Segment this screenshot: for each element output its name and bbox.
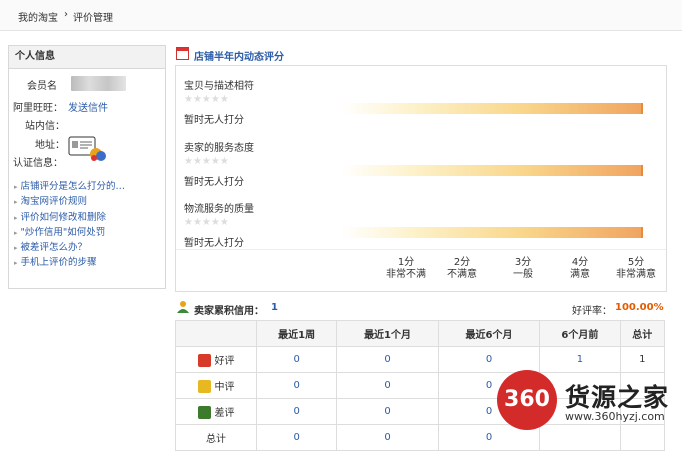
no-rating-text: 暂时无人打分 [184,115,244,126]
star-rating: ★★★★★ [184,156,229,167]
rating-section-title: 店铺半年内动态评分 [194,52,284,63]
table-header [175,320,257,347]
table-header-row: 最近1周 最近1个月 最近6个月 6个月前 总计 [175,320,666,347]
panel-title: 个人信息 [9,46,165,69]
no-rating-text: 暂时无人打分 [184,177,244,188]
neutral-icon [197,380,211,394]
star-rating: ★★★★★ [184,94,229,105]
rating-category-label: 卖家的服务态度 [184,143,254,154]
logo-360: 360 [497,370,557,430]
member-name-blurred [71,76,126,91]
table-header: 总计 [619,320,666,347]
user-icon [177,301,189,313]
bad-icon [197,406,211,420]
arrow-icon: ▸ [14,259,18,268]
table-cell[interactable]: 0 [255,372,338,399]
table-row: 好评 0 0 0 1 1 [175,346,666,373]
no-rating-text: 暂时无人打分 [184,238,244,249]
arrow-icon: ▸ [14,228,18,237]
table-cell[interactable]: 0 [336,372,439,399]
seller-credit-label: 卖家累积信用： [194,306,264,317]
table-header: 最近1个月 [336,320,439,347]
help-links: ▸ 店铺评分是怎么打分的… ▸ 淘宝网评价规则 ▸ 评价如何修改和删除 ▸ "炒作信用"… [14,179,164,271]
help-link[interactable]: ▸ "炒作信用"如何处罚 [14,225,164,240]
table-header: 6个月前 [539,320,621,347]
table-cell[interactable]: 0 [336,346,439,373]
row-label: 好评 [175,346,257,373]
help-link[interactable]: ▸ 手机上评价的步骤 [14,255,164,270]
table-header: 最近6个月 [437,320,541,347]
verify-label: 认证信息： [13,158,63,169]
watermark: 360 货源之家 www.360hyzj.com [497,370,682,447]
id-card-icon [68,136,106,161]
breadcrumb-home-link[interactable]: 我的淘宝 [18,9,58,24]
personal-info-panel: 个人信息 会员名 阿里旺旺： 发送信件 站内信： 地址： 认证信息： ▸ 店铺评分… [8,45,166,289]
good-rate-label: 好评率： [572,306,612,317]
scale-label: 4分 满意 [570,257,590,280]
breadcrumb-separator: › [64,9,68,20]
arrow-icon: ▸ [14,213,18,222]
scale-label: 2分 不满意 [447,257,477,280]
breadcrumb-current: 评价管理 [73,13,113,24]
flower-icon [197,354,211,368]
scale-divider [176,249,666,250]
scale-label: 3分 一般 [513,257,533,280]
row-label: 差评 [175,398,257,425]
send-message-link[interactable]: 发送信件 [68,99,108,114]
seller-credit-value[interactable]: 1 [271,302,278,313]
help-link[interactable]: ▸ 评价如何修改和删除 [14,210,164,225]
row-label: 中评 [175,372,257,399]
help-link[interactable]: ▸ 淘宝网评价规则 [14,194,164,209]
rating-bar [341,165,643,176]
arrow-icon: ▸ [14,198,18,207]
table-cell: 1 [619,346,666,373]
breadcrumb: 我的淘宝 › 评价管理 [0,0,682,31]
rating-category-label: 物流服务的质量 [184,204,254,215]
rating-category-label: 宝贝与描述相符 [184,81,254,92]
calendar-icon [176,47,189,60]
watermark-url: www.360hyzj.com [565,410,665,423]
table-cell[interactable]: 0 [336,398,439,425]
station-mail-label: 站内信： [25,121,65,132]
scale-label: 5分 非常满意 [616,257,656,280]
aliwangwang-label: 阿里旺旺： [13,103,63,114]
watermark-brand: 货源之家 [565,383,670,412]
table-cell[interactable]: 1 [539,346,621,373]
help-link[interactable]: ▸ 被差评怎么办？ [14,240,164,255]
arrow-icon: ▸ [14,244,18,253]
table-cell[interactable]: 0 [255,398,338,425]
star-rating: ★★★★★ [184,217,229,228]
rating-bar [341,227,643,238]
table-header: 最近1周 [255,320,338,347]
table-cell[interactable]: 0 [255,346,338,373]
scale-label: 1分 非常不满 [386,257,426,280]
member-label: 会员名 [27,81,57,92]
arrow-icon: ▸ [14,183,18,191]
rating-box: 宝贝与描述相符 ★★★★★ 暂时无人打分 卖家的服务态度 ★★★★★ 暂时无人打… [175,65,667,292]
table-cell[interactable]: 0 [437,346,541,373]
rating-bar [341,103,643,114]
help-link[interactable]: ▸ 店铺评分是怎么打分的… [14,179,164,194]
address-label: 地址： [35,140,65,151]
good-rate-value: 100.00% [615,302,664,313]
